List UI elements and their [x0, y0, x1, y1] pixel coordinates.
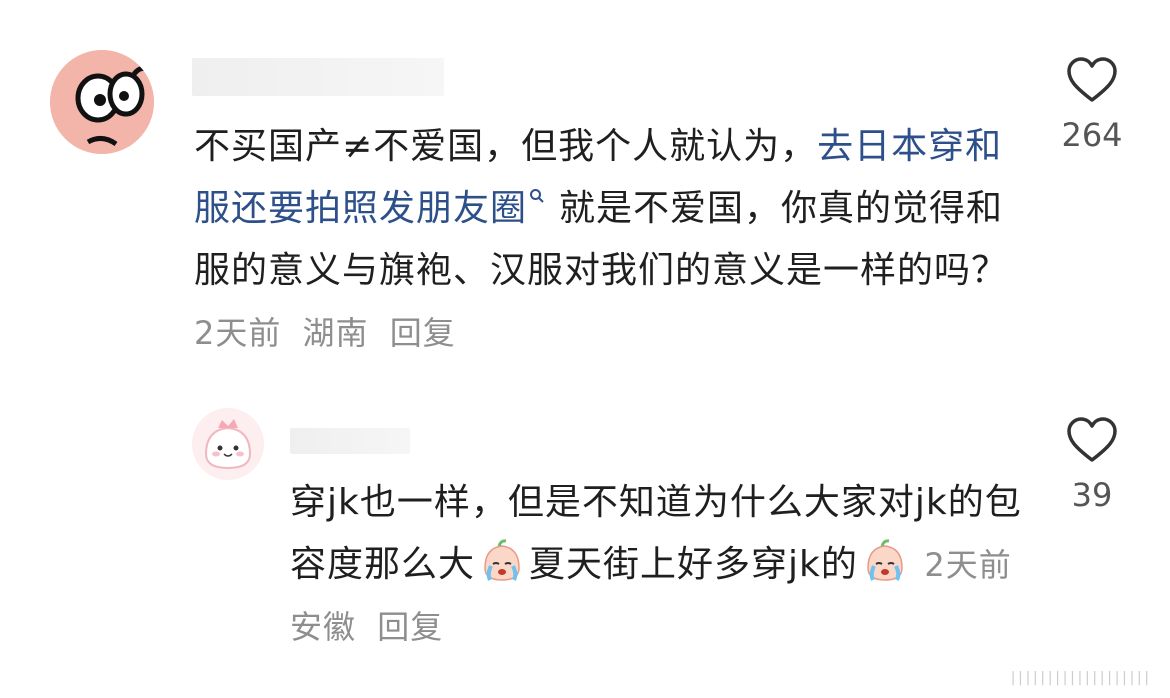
comment-text: 不买国产≠不爱国，但我个人就认为，去日本穿和服还要拍照发朋友圈 就是不爱国，你真的… — [194, 116, 1014, 364]
watermark-marks: ||||||||||||||||||| — [1008, 670, 1151, 686]
comment-location: 安徽 — [290, 608, 357, 646]
username-redacted — [290, 428, 410, 454]
comment-time: 2天前 — [924, 546, 1012, 584]
heart-outline-icon — [1067, 417, 1117, 462]
username-redacted — [192, 58, 444, 96]
like-count: 264 — [1061, 116, 1123, 154]
search-icon — [529, 162, 545, 203]
comment-location: 湖南 — [302, 314, 369, 352]
avatar[interactable] — [192, 408, 264, 480]
comment-text-part: 夏天街上好多穿jk的 — [529, 544, 858, 585]
cartoon-dinosaur-icon — [192, 408, 264, 480]
heart-outline-icon — [1067, 57, 1117, 102]
comment-text-part: 不买国产≠不爱国，但我个人就认为， — [194, 126, 818, 167]
cartoon-face-icon — [50, 50, 154, 154]
like-count: 39 — [1071, 476, 1113, 514]
reply-button[interactable]: 回复 — [377, 608, 443, 646]
comment-text: 穿jk也一样，但是不知道为什么大家对jk的包容度那么大 夏天街上好多穿jk的 2天… — [290, 472, 1030, 658]
avatar[interactable] — [50, 50, 154, 154]
comment-meta: 2天前 湖南 回复 — [194, 314, 466, 352]
crying-face-emoji — [479, 538, 525, 584]
comment-time: 2天前 — [194, 314, 282, 352]
like-button[interactable]: 264 — [1052, 56, 1132, 154]
reply-button[interactable]: 回复 — [390, 314, 456, 352]
like-button[interactable]: 39 — [1052, 416, 1132, 514]
crying-face-emoji — [862, 538, 908, 584]
